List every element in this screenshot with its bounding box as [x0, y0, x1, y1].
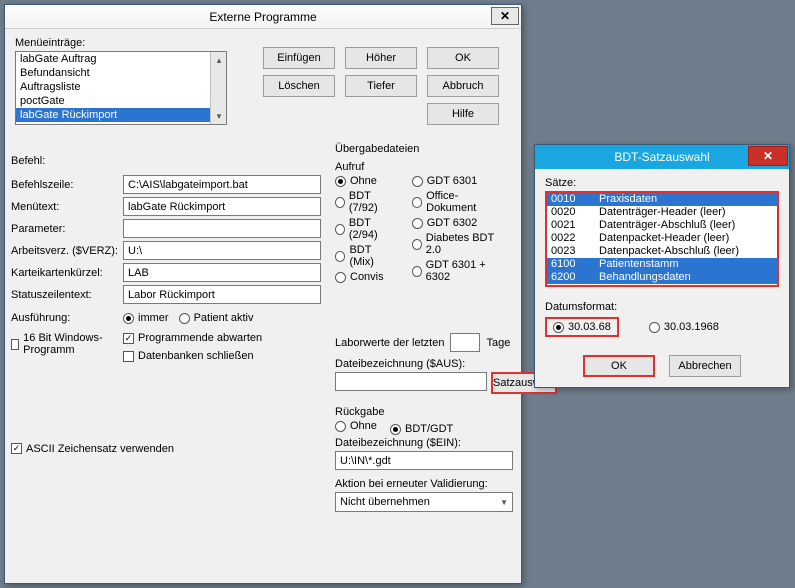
dialog-title: BDT-Satzauswahl	[614, 150, 709, 164]
aufruf-bdtmix-radio[interactable]: BDT (Mix)	[335, 244, 396, 268]
aktion-select[interactable]: Nicht übernehmen ▼	[335, 492, 513, 512]
dateibez-aus-input[interactable]	[335, 372, 487, 391]
dateibez-aus-label: Dateibezeichnung ($AUS):	[335, 358, 513, 370]
aufruf-gdt6301-radio[interactable]: GDT 6301	[412, 175, 503, 187]
arbeitsverz-input[interactable]	[123, 241, 321, 260]
loeschen-button[interactable]: Löschen	[263, 75, 335, 97]
list-item[interactable]: 0020Datenträger-Header (leer)	[547, 206, 777, 219]
aufruf-convis-radio[interactable]: Convis	[335, 271, 396, 283]
titlebar: Externe Programme ✕	[5, 5, 521, 29]
hoeher-button[interactable]: Höher	[345, 47, 417, 69]
button-grid: Einfügen Höher OK Löschen Tiefer Abbruch…	[263, 47, 499, 125]
aufruf-bdt792-radio[interactable]: BDT (7/92)	[335, 190, 396, 214]
ausfuehrung-patient-radio[interactable]: Patient aktiv	[179, 312, 254, 324]
rueckgabe-label: Rückgabe	[335, 406, 513, 418]
dialog-title: Externe Programme	[209, 10, 316, 24]
aktion-label: Aktion bei erneuter Validierung:	[335, 478, 513, 490]
statuszeile-label: Statuszeilentext:	[11, 289, 123, 301]
menuetext-label: Menütext:	[11, 201, 123, 213]
tage-label: Tage	[486, 337, 510, 349]
aufruf-gdt6302-radio[interactable]: GDT 6302	[412, 217, 503, 229]
aufruf-diabetes-radio[interactable]: Diabetes BDT 2.0	[412, 232, 503, 256]
list-item[interactable]: 6200Behandlungsdaten	[547, 271, 777, 284]
chevron-down-icon: ▼	[500, 498, 508, 507]
scrollbar[interactable]: ▴ ▾	[210, 52, 226, 124]
scroll-up-icon[interactable]: ▴	[211, 52, 227, 68]
laborwerte-label: Laborwerte der letzten	[335, 337, 444, 349]
menu-listbox[interactable]: labGate Auftrag Befundansicht Auftragsli…	[15, 51, 227, 125]
ascii-checkbox[interactable]: ASCII Zeichensatz verwenden	[11, 443, 174, 455]
tiefer-button[interactable]: Tiefer	[345, 75, 417, 97]
uebergabe-label: Übergabedateien	[335, 143, 513, 155]
saetze-label: Sätze:	[545, 177, 779, 189]
aufruf-gdt63016302-radio[interactable]: GDT 6301 + 6302	[412, 259, 503, 283]
ok-button[interactable]: OK	[427, 47, 499, 69]
menuetext-input[interactable]	[123, 197, 321, 216]
list-item[interactable]: labGate Rückimport	[16, 108, 226, 122]
abbrechen-button[interactable]: Abbrechen	[669, 355, 741, 377]
einfuegen-button[interactable]: Einfügen	[263, 47, 335, 69]
befehl-label: Befehl:	[11, 155, 321, 167]
arbeitsverz-label: Arbeitsverz. ($VERZ):	[11, 245, 123, 257]
scroll-down-icon[interactable]: ▾	[211, 108, 227, 124]
programmende-checkbox[interactable]: Programmende abwarten	[123, 332, 311, 344]
rueckgabe-ohne-radio[interactable]: Ohne	[335, 420, 377, 432]
dateibez-ein-input[interactable]	[335, 451, 513, 470]
list-item[interactable]: 0010Praxisdaten	[547, 193, 777, 206]
list-item[interactable]: 0023Datenpacket-Abschluß (leer)	[547, 245, 777, 258]
saetze-listbox[interactable]: 0010Praxisdaten 0020Datenträger-Header (…	[545, 191, 779, 287]
parameter-input[interactable]	[123, 219, 321, 238]
list-item[interactable]: 6100Patientenstamm	[547, 258, 777, 271]
rueckgabe-bdtgdt-radio[interactable]: BDT/GDT	[390, 423, 453, 435]
titlebar: BDT-Satzauswahl ✕	[535, 145, 789, 169]
abbruch-button[interactable]: Abbruch	[427, 75, 499, 97]
hilfe-button[interactable]: Hilfe	[427, 103, 499, 125]
close-button[interactable]: ✕	[748, 146, 788, 166]
16bit-checkbox[interactable]: 16 Bit Windows-Programm	[11, 332, 113, 356]
datum-short-radio[interactable]: 30.03.68	[545, 317, 619, 337]
parameter-label: Parameter:	[11, 223, 123, 235]
dialog-externe-programme: Externe Programme ✕ Menüeinträge: labGat…	[4, 4, 522, 584]
aufruf-bdt294-radio[interactable]: BDT (2/94)	[335, 217, 396, 241]
karteikarten-input[interactable]	[123, 263, 321, 282]
datum-long-radio[interactable]: 30.03.1968	[649, 321, 719, 333]
dialog-bdt-satzauswahl: BDT-Satzauswahl ✕ Sätze: 0010Praxisdaten…	[534, 144, 790, 388]
ok-button[interactable]: OK	[583, 355, 655, 377]
karteikarten-label: Karteikartenkürzel:	[11, 267, 123, 279]
ausfuehrung-immer-radio[interactable]: immer	[123, 312, 169, 324]
datumsformat-label: Datumsformat:	[545, 301, 779, 313]
close-button[interactable]: ✕	[491, 7, 519, 25]
aufruf-ohne-radio[interactable]: Ohne	[335, 175, 396, 187]
aufruf-label: Aufruf	[335, 161, 513, 173]
list-item[interactable]: 0022Datenpacket-Header (leer)	[547, 232, 777, 245]
statuszeile-input[interactable]	[123, 285, 321, 304]
list-item[interactable]: Auftragsliste	[16, 80, 226, 94]
laborwerte-input[interactable]	[450, 333, 480, 352]
list-item[interactable]: labGate Auftrag	[16, 52, 226, 66]
list-item[interactable]: 0021Datenträger-Abschluß (leer)	[547, 219, 777, 232]
aufruf-office-radio[interactable]: Office-Dokument	[412, 190, 503, 214]
befehlszeile-input[interactable]	[123, 175, 321, 194]
dateibez-ein-label: Dateibezeichnung ($EIN):	[335, 437, 513, 449]
befehlszeile-label: Befehlszeile:	[11, 179, 123, 191]
uebergabe-pane: Übergabedateien Aufruf Ohne BDT (7/92) B…	[335, 141, 513, 512]
list-item[interactable]: Befundansicht	[16, 66, 226, 80]
list-item[interactable]: poctGate	[16, 94, 226, 108]
datenbanken-checkbox[interactable]: Datenbanken schließen	[123, 350, 311, 362]
ausfuehrung-label: Ausführung:	[11, 312, 123, 324]
